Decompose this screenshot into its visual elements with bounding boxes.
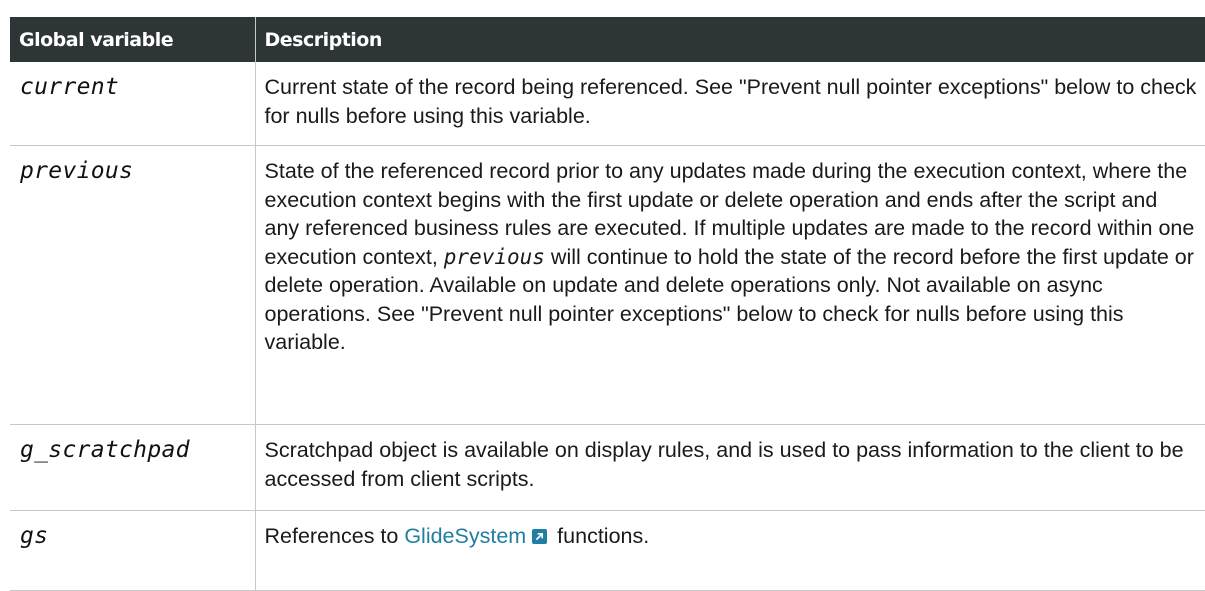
- table-row: gs References to GlideSystem functions.: [10, 510, 1205, 591]
- table-header-row: Global variable Description: [10, 17, 1205, 62]
- variable-name: previous: [20, 158, 134, 184]
- description-cell: State of the referenced record prior to …: [254, 145, 1205, 425]
- description-text: functions.: [551, 524, 650, 548]
- global-variables-table: Global variable Description current Curr…: [10, 17, 1205, 591]
- variable-name: gs: [20, 523, 49, 549]
- table-row: current Current state of the record bein…: [10, 62, 1205, 146]
- variable-name: g_scratchpad: [20, 437, 190, 463]
- description-text: References to: [264, 524, 405, 548]
- inline-code: previous: [443, 244, 545, 269]
- variable-name-cell: previous: [10, 145, 256, 425]
- variable-description: Scratchpad object is available on displa…: [264, 438, 1184, 491]
- variable-description: Current state of the record being refere…: [264, 75, 1197, 128]
- column-header-global-variable: Global variable: [10, 17, 256, 62]
- variable-name: current: [20, 74, 120, 100]
- column-header-description: Description: [255, 17, 1205, 62]
- variable-name-cell: gs: [10, 510, 256, 591]
- description-cell: Scratchpad object is available on displa…: [254, 424, 1205, 511]
- variable-name-cell: current: [10, 62, 256, 146]
- variable-description: State of the referenced record prior to …: [265, 157, 1198, 357]
- external-link-icon: [532, 529, 548, 544]
- link-text: GlideSystem: [404, 524, 527, 548]
- global-variables-table-container: Global variable Description current Curr…: [10, 17, 1205, 591]
- table-row: previous State of the referenced record …: [10, 145, 1205, 425]
- variable-name-cell: g_scratchpad: [10, 424, 256, 511]
- table-row: g_scratchpad Scratchpad object is availa…: [10, 424, 1205, 511]
- description-cell: References to GlideSystem functions.: [254, 510, 1205, 591]
- description-cell: Current state of the record being refere…: [254, 62, 1205, 146]
- variable-description: References to GlideSystem functions.: [265, 522, 1198, 551]
- glidesystem-link[interactable]: GlideSystem: [404, 524, 551, 548]
